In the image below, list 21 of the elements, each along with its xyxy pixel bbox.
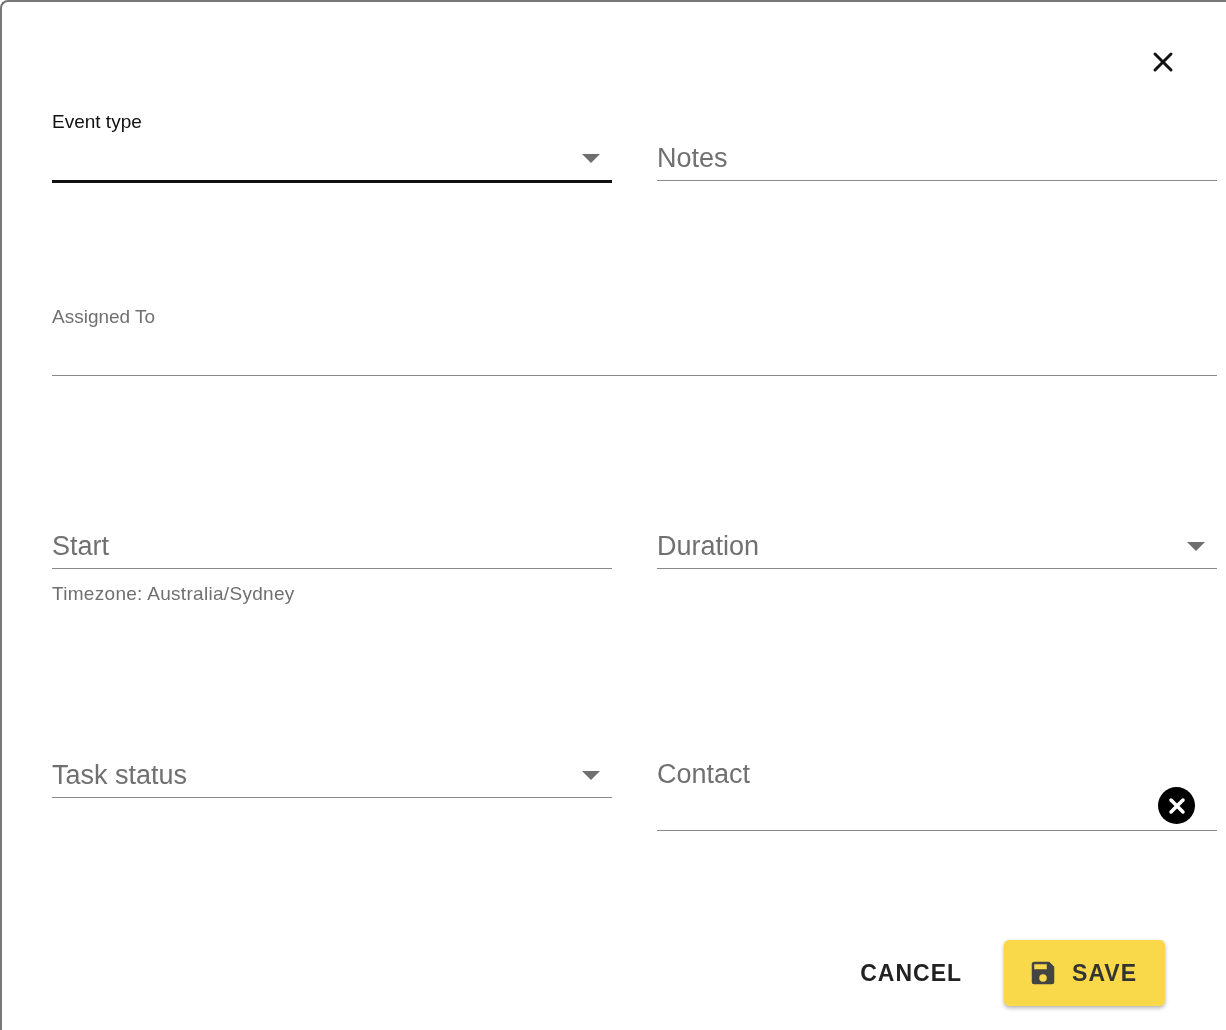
helper-text: Timezone: Australia/Sydney <box>52 583 296 605</box>
field-label: Start <box>52 530 110 562</box>
field-label: Contact <box>657 759 751 790</box>
field-label: Duration <box>657 530 760 562</box>
dropdown-caret-icon[interactable] <box>1187 541 1205 551</box>
dropdown-caret-icon[interactable] <box>582 770 600 780</box>
autocomplete-field[interactable]: Contact <box>657 725 1217 831</box>
field-label: Assigned To <box>52 306 156 328</box>
field-label: Notes <box>657 142 728 174</box>
select-field[interactable]: Task status <box>52 725 612 798</box>
field-label: Task status <box>52 759 188 791</box>
text-field[interactable]: Notes <box>657 108 1217 181</box>
clear-button[interactable] <box>1158 787 1195 824</box>
select-field[interactable]: Duration <box>657 496 1217 569</box>
cancel-button[interactable]: CANCEL <box>860 951 963 995</box>
text-field[interactable]: Assigned To <box>52 303 1217 376</box>
field-label: Event type <box>52 111 142 133</box>
text-field[interactable]: Start <box>52 496 612 569</box>
select-field[interactable]: Event type <box>52 108 612 183</box>
save-button[interactable]: SAVE <box>1004 940 1165 1006</box>
dropdown-caret-icon[interactable] <box>582 153 600 163</box>
